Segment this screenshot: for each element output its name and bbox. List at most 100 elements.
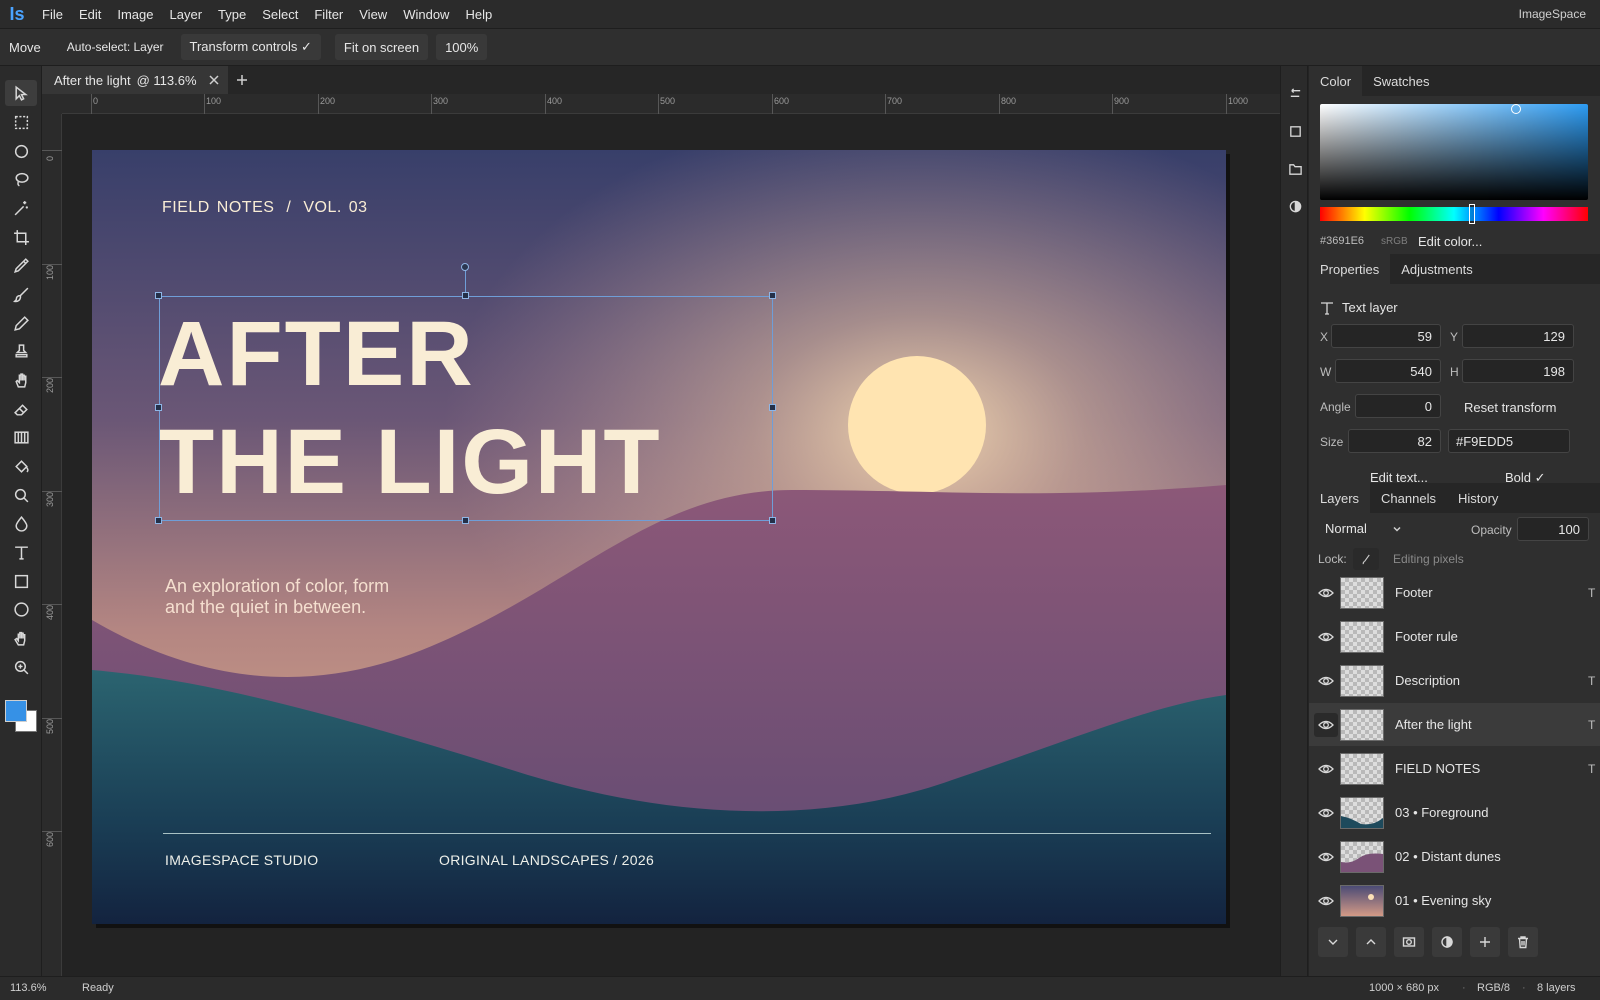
ellipse-select-tool-button[interactable]: [5, 138, 37, 164]
visibility-toggle[interactable]: [1314, 713, 1338, 737]
y-field[interactable]: 129: [1462, 324, 1574, 348]
magic-wand-tool-button[interactable]: [5, 195, 37, 221]
brush-tool-button[interactable]: [5, 281, 37, 307]
eyedropper-tool-button[interactable]: [5, 252, 37, 278]
auto-select-toggle[interactable]: Auto-select: Layer: [58, 34, 173, 60]
menu-filter[interactable]: Filter: [306, 7, 351, 22]
w-field[interactable]: 540: [1335, 359, 1441, 383]
add-mask-button[interactable]: [1394, 927, 1424, 957]
zoom-in-tool-button[interactable]: [5, 654, 37, 680]
layer-row-footer[interactable]: Footer T: [1309, 571, 1600, 614]
transform-handle-left[interactable]: [155, 404, 162, 411]
document-tab[interactable]: After the light @ 113.6%: [42, 66, 228, 94]
artboard-panel-button[interactable]: [1283, 119, 1307, 143]
transform-controls-toggle[interactable]: Transform controls ✓: [180, 34, 321, 60]
hue-slider-thumb[interactable]: [1469, 204, 1475, 224]
transform-handle-bottom-right[interactable]: [769, 517, 776, 524]
tab-layers[interactable]: Layers: [1309, 483, 1371, 513]
pencil-tool-button[interactable]: [5, 310, 37, 336]
menu-type[interactable]: Type: [210, 7, 254, 22]
hand-tool-button[interactable]: [5, 625, 37, 651]
add-adjustment-button[interactable]: [1432, 927, 1462, 957]
crop-tool-button[interactable]: [5, 224, 37, 250]
layer-row-distant-dunes[interactable]: 02 • Distant dunes: [1309, 835, 1600, 878]
move-tool-button[interactable]: [5, 80, 37, 106]
eraser-tool-button[interactable]: [5, 396, 37, 422]
tab-color[interactable]: Color: [1309, 66, 1363, 96]
hue-slider[interactable]: [1320, 207, 1588, 221]
close-tab-button[interactable]: [202, 66, 226, 94]
lock-pixels-button[interactable]: [1353, 548, 1379, 570]
visibility-toggle[interactable]: [1314, 581, 1338, 605]
collapse-panels-button[interactable]: [1283, 81, 1307, 105]
transform-handle-right[interactable]: [769, 404, 776, 411]
text-color-field[interactable]: #F9EDD5: [1448, 429, 1570, 453]
menu-view[interactable]: View: [351, 7, 395, 22]
fit-on-screen-button[interactable]: Fit on screen: [334, 34, 429, 60]
menu-layer[interactable]: Layer: [162, 7, 211, 22]
type-tool-button[interactable]: [5, 539, 37, 565]
marquee-tool-button[interactable]: [5, 109, 37, 135]
lasso-tool-button[interactable]: [5, 166, 37, 192]
h-field[interactable]: 198: [1462, 359, 1574, 383]
rotation-handle[interactable]: [461, 263, 469, 271]
blur-tool-button[interactable]: [5, 510, 37, 536]
layer-row-foreground[interactable]: 03 • Foreground: [1309, 791, 1600, 834]
tab-adjustments[interactable]: Adjustments: [1390, 254, 1484, 284]
layer-row-evening-sky[interactable]: 01 • Evening sky: [1309, 879, 1600, 922]
layer-row-after-the-light[interactable]: After the light T: [1309, 703, 1600, 746]
menu-image[interactable]: Image: [109, 7, 161, 22]
transform-bounding-box[interactable]: [159, 296, 773, 521]
adjustments-panel-button[interactable]: [1283, 194, 1307, 218]
layer-row-description[interactable]: Description T: [1309, 659, 1600, 702]
transform-handle-top[interactable]: [462, 292, 469, 299]
tab-history[interactable]: History: [1447, 483, 1509, 513]
ellipse-tool-button[interactable]: [5, 596, 37, 622]
transform-handle-top-left[interactable]: [155, 292, 162, 299]
foreground-color-swatch[interactable]: [5, 700, 27, 722]
edit-color-button[interactable]: Edit color...: [1418, 234, 1482, 249]
delete-layer-button[interactable]: [1508, 927, 1538, 957]
font-size-field[interactable]: 82: [1348, 429, 1441, 453]
new-layer-button[interactable]: [1470, 927, 1500, 957]
new-tab-button[interactable]: [228, 66, 256, 94]
color-picker-handle[interactable]: [1511, 104, 1521, 114]
artboard[interactable]: FIELD NOTES / VOL. 03 AFTER THE LIGHT An e…: [92, 150, 1226, 924]
rectangle-tool-button[interactable]: [5, 568, 37, 594]
angle-field[interactable]: 0: [1355, 394, 1441, 418]
transform-handle-top-right[interactable]: [769, 292, 776, 299]
menu-file[interactable]: File: [34, 7, 71, 22]
move-layer-down-button[interactable]: [1318, 927, 1348, 957]
move-layer-up-button[interactable]: [1356, 927, 1386, 957]
status-zoom[interactable]: 113.6%: [10, 982, 47, 994]
smudge-tool-button[interactable]: [5, 367, 37, 393]
stamp-tool-button[interactable]: [5, 338, 37, 364]
canvas-area[interactable]: FIELD NOTES / VOL. 03 AFTER THE LIGHT An e…: [62, 114, 1280, 976]
reset-transform-button[interactable]: Reset transform: [1464, 400, 1556, 415]
blend-mode-select[interactable]: Normal: [1325, 521, 1367, 536]
transform-handle-bottom[interactable]: [462, 517, 469, 524]
paint-bucket-tool-button[interactable]: [5, 453, 37, 479]
files-panel-button[interactable]: [1283, 157, 1307, 181]
tab-swatches[interactable]: Swatches: [1362, 66, 1440, 96]
visibility-toggle[interactable]: [1314, 801, 1338, 825]
menu-select[interactable]: Select: [254, 7, 306, 22]
visibility-toggle[interactable]: [1314, 757, 1338, 781]
visibility-toggle[interactable]: [1314, 669, 1338, 693]
zoom-tool-button[interactable]: [5, 482, 37, 508]
visibility-toggle[interactable]: [1314, 845, 1338, 869]
visibility-toggle[interactable]: [1314, 889, 1338, 913]
x-field[interactable]: 59: [1331, 324, 1441, 348]
transform-handle-bottom-left[interactable]: [155, 517, 162, 524]
saturation-value-field[interactable]: [1320, 104, 1588, 200]
menu-window[interactable]: Window: [395, 7, 457, 22]
menu-edit[interactable]: Edit: [71, 7, 109, 22]
opacity-field[interactable]: 100: [1517, 517, 1589, 541]
tab-channels[interactable]: Channels: [1370, 483, 1447, 513]
blend-mode-dropdown[interactable]: [1392, 522, 1402, 532]
layer-row-field-notes[interactable]: FIELD NOTES T: [1309, 747, 1600, 790]
layer-row-footer-rule[interactable]: Footer rule: [1309, 615, 1600, 658]
zoom-100-button[interactable]: 100%: [436, 34, 488, 60]
visibility-toggle[interactable]: [1314, 625, 1338, 649]
tab-properties[interactable]: Properties: [1309, 254, 1391, 284]
